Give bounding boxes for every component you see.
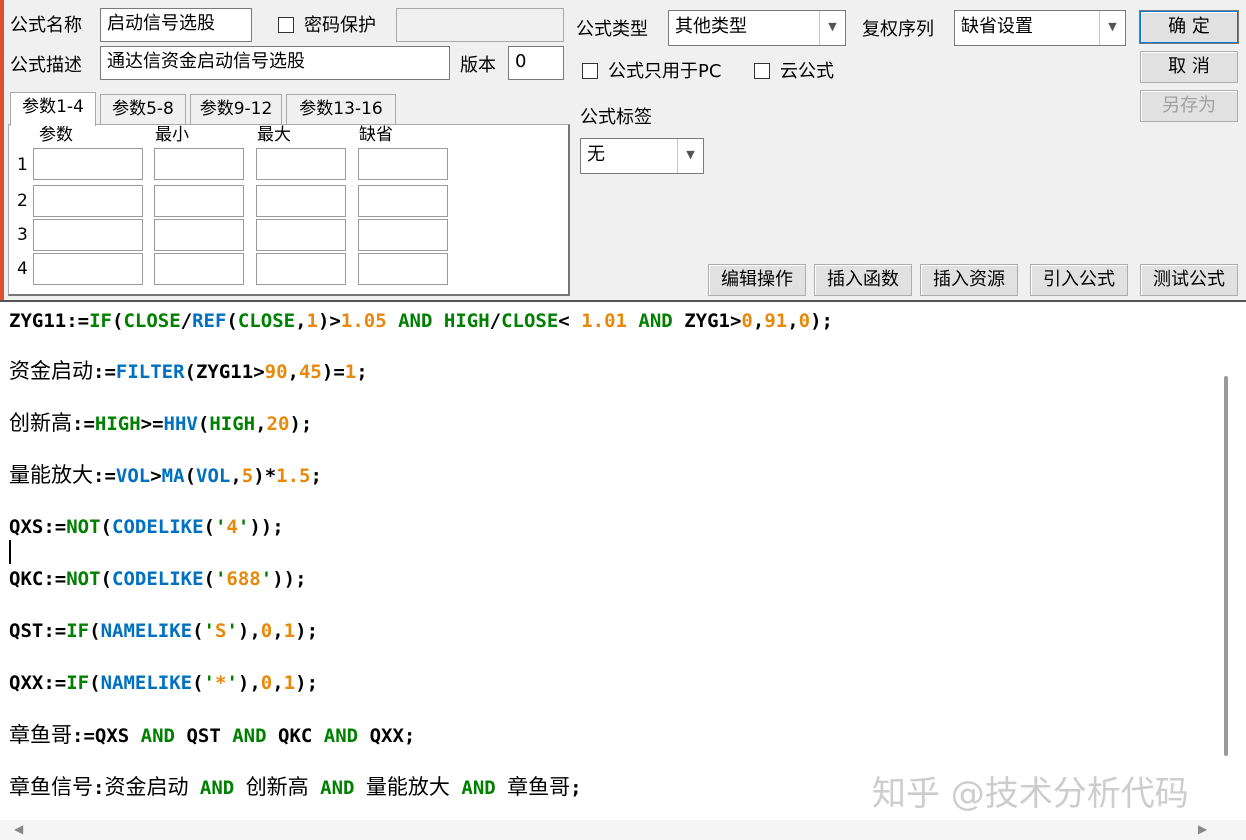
formula-desc-label: 公式描述 (10, 55, 82, 76)
param-row-number: 2 (17, 191, 28, 211)
tab-params-1-4[interactable]: 参数1-4 (10, 92, 96, 126)
formula-type-select[interactable]: 其他类型 ▼ (668, 10, 846, 46)
left-edge-strip (0, 0, 4, 300)
param-default-input[interactable] (358, 253, 448, 285)
scroll-left-icon[interactable]: ◀ (14, 822, 23, 836)
param-row-number: 3 (17, 225, 28, 245)
restore-sequence-value: 缺省设置 (961, 16, 1033, 37)
formula-type-value: 其他类型 (675, 16, 747, 37)
formula-desc-input[interactable]: 通达信资金启动信号选股 (100, 46, 450, 80)
cloud-formula-checkbox[interactable] (754, 63, 770, 79)
code-line: QKC:=NOT(CODELIKE('688')); (9, 568, 307, 590)
cancel-button[interactable]: 取 消 (1140, 51, 1238, 83)
tab-params-5-8[interactable]: 参数5-8 (100, 94, 186, 124)
cloud-formula-label: 云公式 (780, 61, 834, 82)
insert-function-button[interactable]: 插入函数 (814, 264, 912, 296)
formula-tag-value: 无 (587, 144, 605, 165)
save-as-button[interactable]: 另存为 (1140, 90, 1238, 122)
edit-operations-button[interactable]: 编辑操作 (708, 264, 806, 296)
param-max-input[interactable] (256, 148, 346, 180)
param-max-input[interactable] (256, 185, 346, 217)
param-min-input[interactable] (154, 185, 244, 217)
restore-sequence-label: 复权序列 (862, 19, 934, 40)
tab-params-13-16[interactable]: 参数13-16 (286, 94, 396, 124)
param-row-number: 1 (17, 155, 28, 175)
password-input[interactable] (396, 8, 564, 42)
code-line: 创新高:=HIGH>=HHV(HIGH,20); (9, 411, 313, 435)
code-line: QXX:=IF(NAMELIKE('*'),0,1); (9, 672, 319, 694)
formula-tag-label: 公式标签 (580, 107, 652, 128)
param-name-input[interactable] (33, 219, 143, 251)
params-panel: 参数 最小 最大 缺省 1 2 3 4 (8, 124, 570, 296)
param-name-input[interactable] (33, 185, 143, 217)
formula-tag-select[interactable]: 无 ▼ (580, 138, 704, 174)
import-formula-button[interactable]: 引入公式 (1030, 264, 1128, 296)
scrollbar-thumb[interactable] (1224, 376, 1228, 756)
pc-only-checkbox[interactable] (582, 63, 598, 79)
chevron-down-icon[interactable]: ▼ (819, 11, 845, 45)
param-min-input[interactable] (154, 219, 244, 251)
horizontal-scrollbar[interactable]: ◀ ▶ (0, 820, 1246, 840)
param-min-input[interactable] (154, 148, 244, 180)
param-header-default: 缺省 (359, 125, 393, 145)
param-max-input[interactable] (256, 253, 346, 285)
param-header-name: 参数 (39, 125, 73, 145)
param-name-input[interactable] (33, 253, 143, 285)
pc-only-label: 公式只用于PC (608, 61, 722, 82)
watermark: 知乎 @技术分析代码 (872, 774, 1189, 814)
formula-name-input[interactable]: 启动信号选股 (100, 8, 252, 42)
param-default-input[interactable] (358, 148, 448, 180)
test-formula-button[interactable]: 测试公式 (1140, 264, 1238, 296)
code-line: QXS:=NOT(CODELIKE('4')); (9, 516, 284, 538)
param-min-input[interactable] (154, 253, 244, 285)
version-label: 版本 (460, 55, 496, 76)
vertical-scrollbar[interactable] (1220, 302, 1246, 822)
version-input[interactable]: 0 (508, 46, 564, 80)
param-default-input[interactable] (358, 219, 448, 251)
password-protect-label: 密码保护 (304, 15, 376, 36)
scroll-right-icon[interactable]: ▶ (1198, 822, 1207, 836)
chevron-down-icon[interactable]: ▼ (677, 139, 703, 173)
code-line: QST:=IF(NAMELIKE('S'),0,1); (9, 620, 319, 642)
insert-resource-button[interactable]: 插入资源 (920, 264, 1018, 296)
param-max-input[interactable] (256, 219, 346, 251)
formula-type-label: 公式类型 (576, 19, 648, 40)
code-editor[interactable]: ZYG11:=IF(CLOSE/REF(CLOSE,1)>1.05 AND HI… (0, 300, 1246, 840)
code-line: ZYG11:=IF(CLOSE/REF(CLOSE,1)>1.05 AND HI… (9, 310, 833, 332)
code-line: 章鱼信号:资金启动 AND 创新高 AND 量能放大 AND 章鱼哥; (9, 775, 582, 799)
param-header-min: 最小 (155, 125, 189, 145)
param-name-input[interactable] (33, 148, 143, 180)
formula-editor-window: 公式名称 启动信号选股 密码保护 公式类型 其他类型 ▼ 复权序列 缺省设置 ▼… (0, 0, 1246, 840)
code-line: 资金启动:=FILTER(ZYG11>90,45)=1; (9, 359, 368, 383)
tab-params-9-12[interactable]: 参数9-12 (190, 94, 282, 124)
restore-sequence-select[interactable]: 缺省设置 ▼ (954, 10, 1126, 46)
password-protect-checkbox[interactable] (278, 17, 294, 33)
code-line: 量能放大:=VOL>MA(VOL,5)*1.5; (9, 463, 322, 487)
code-line: 章鱼哥:=QXS AND QST AND QKC AND QXX; (9, 723, 416, 747)
chevron-down-icon[interactable]: ▼ (1099, 11, 1125, 45)
formula-name-label: 公式名称 (10, 15, 82, 36)
param-default-input[interactable] (358, 185, 448, 217)
ok-button[interactable]: 确 定 (1139, 10, 1239, 44)
param-row-number: 4 (17, 259, 28, 279)
param-header-max: 最大 (257, 125, 291, 145)
text-caret (9, 540, 11, 564)
